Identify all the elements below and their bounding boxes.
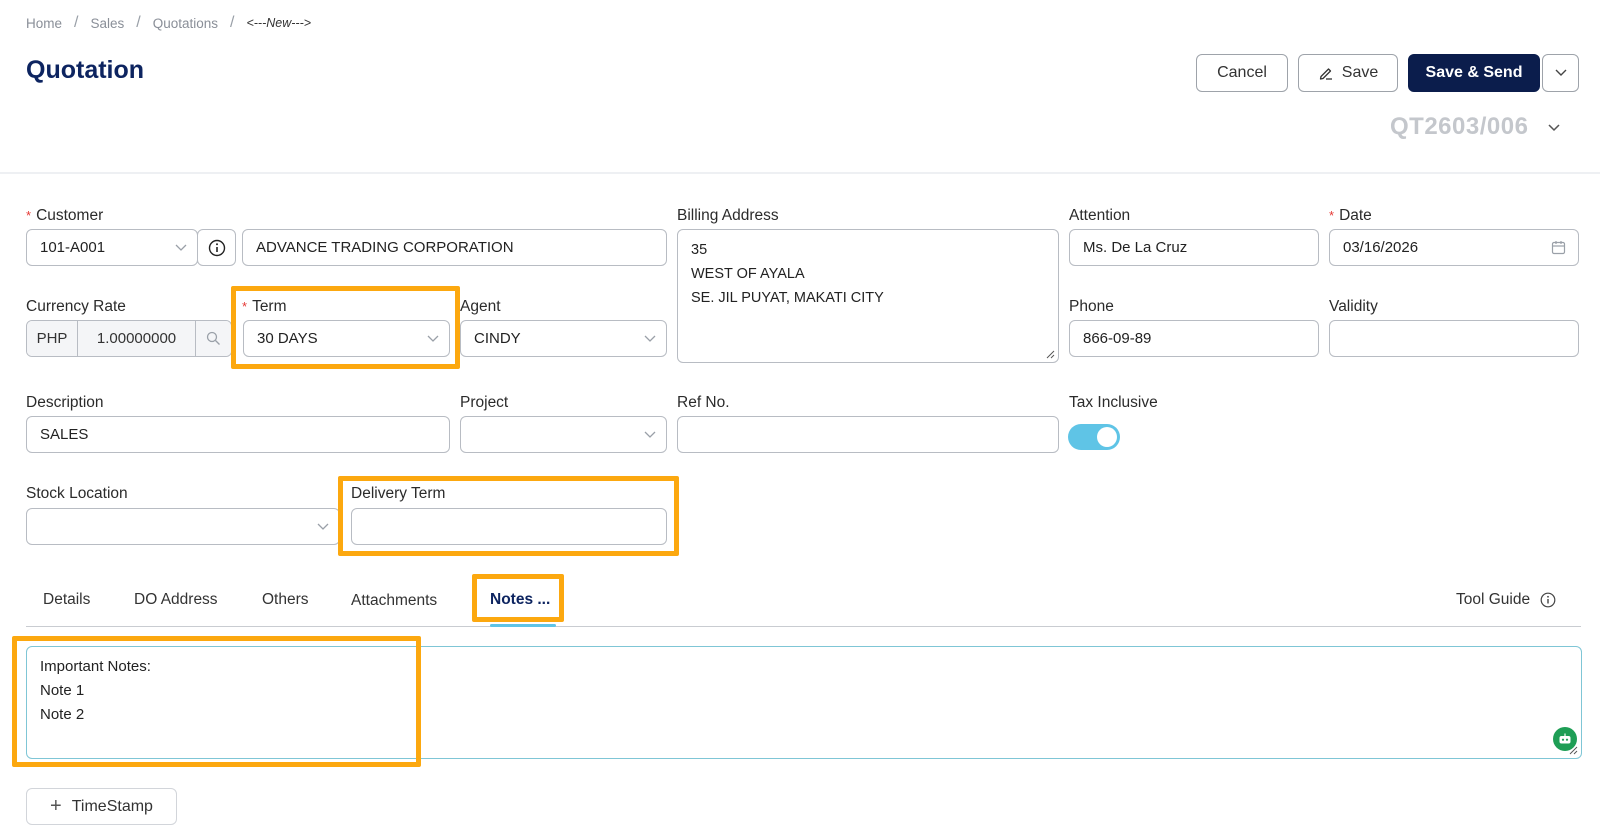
chevron-down-icon <box>644 335 656 342</box>
stock-location-label: Stock Location <box>26 485 128 502</box>
robot-icon <box>1559 733 1571 744</box>
agent-select[interactable]: CINDY <box>460 320 667 357</box>
edit-icon <box>1319 68 1332 80</box>
currency-rate-field[interactable]: 1.00000000 <box>78 321 196 356</box>
phone-value: 866-09-89 <box>1083 330 1152 347</box>
project-label: Project <box>460 394 509 411</box>
billing-address-label: Billing Address <box>677 207 779 224</box>
notes-line: Note 1 <box>40 682 85 699</box>
breadcrumb: Home / Sales / Quotations / <---New---> <box>26 14 311 32</box>
date-value: 03/16/2026 <box>1343 239 1419 256</box>
breadcrumb-sales[interactable]: Sales <box>90 16 124 31</box>
description-field[interactable]: SALES <box>26 416 450 453</box>
date-field[interactable]: 03/16/2026 <box>1329 229 1579 266</box>
customer-code-value: 101-A001 <box>40 239 106 256</box>
required-marker: * <box>242 299 248 314</box>
phone-field[interactable]: 866-09-89 <box>1069 320 1319 357</box>
customer-name-field[interactable]: ADVANCE TRADING CORPORATION <box>242 229 667 266</box>
currency-search-button[interactable] <box>196 321 231 356</box>
tab-do-address[interactable]: DO Address <box>134 591 218 609</box>
tab-attachments[interactable]: Attachments <box>351 592 437 610</box>
chevron-down-icon <box>317 523 329 530</box>
billing-address-line: SE. JIL PUYAT, MAKATI CITY <box>691 290 884 306</box>
stock-location-select[interactable] <box>26 508 340 545</box>
notes-line: Note 2 <box>40 706 85 723</box>
attention-label: Attention <box>1069 207 1131 224</box>
required-marker: * <box>1329 208 1335 223</box>
chevron-down-icon <box>1555 69 1566 76</box>
currency-code: PHP <box>27 321 78 356</box>
breadcrumb-separator: / <box>230 14 235 31</box>
breadcrumb-separator: / <box>74 14 79 31</box>
chevron-down-icon <box>644 431 656 438</box>
breadcrumb-current: <---New---> <box>246 16 312 30</box>
add-timestamp-button[interactable]: + TimeStamp <box>26 788 177 825</box>
term-select[interactable]: 30 DAYS <box>243 320 450 357</box>
tab-details[interactable]: Details <box>43 591 90 609</box>
resize-handle-icon[interactable] <box>1045 349 1055 359</box>
save-button-label: Save <box>1341 64 1379 81</box>
billing-address-line: WEST OF AYALA <box>691 266 805 282</box>
chevron-down-icon[interactable] <box>1548 124 1560 132</box>
validity-label: Validity <box>1329 298 1378 315</box>
breadcrumb-quotations[interactable]: Quotations <box>153 16 218 31</box>
ref-no-field[interactable] <box>677 416 1059 453</box>
save-options-dropdown[interactable] <box>1542 54 1579 92</box>
customer-name-value: ADVANCE TRADING CORPORATION <box>256 239 514 256</box>
currency-rate-group: PHP 1.00000000 <box>26 320 232 357</box>
save-button[interactable]: Save <box>1298 54 1398 92</box>
document-number: QT2603/006 <box>1390 113 1529 140</box>
active-tab-indicator <box>490 624 556 627</box>
project-select[interactable] <box>460 416 667 453</box>
billing-address-line: 35 <box>691 242 708 258</box>
tabs-divider <box>26 626 1581 627</box>
phone-label: Phone <box>1069 298 1114 315</box>
validity-field[interactable] <box>1329 320 1579 357</box>
ref-no-label: Ref No. <box>677 394 730 411</box>
tax-inclusive-toggle[interactable] <box>1068 424 1120 450</box>
delivery-term-field[interactable] <box>351 508 667 545</box>
info-icon <box>208 239 225 256</box>
chevron-down-icon <box>175 244 187 251</box>
cancel-button-label: Cancel <box>1217 64 1267 81</box>
customer-label: * Customer <box>26 207 104 224</box>
tax-inclusive-label: Tax Inclusive <box>1069 394 1158 411</box>
plus-icon: + <box>50 795 62 817</box>
currency-rate-label: Currency Rate <box>26 298 126 315</box>
customer-code-select[interactable]: 101-A001 <box>26 229 198 266</box>
save-and-send-button[interactable]: Save & Send <box>1408 54 1540 92</box>
date-label: * Date <box>1329 207 1372 224</box>
description-value: SALES <box>40 426 89 443</box>
cancel-button[interactable]: Cancel <box>1196 54 1288 92</box>
breadcrumb-separator: / <box>136 14 141 31</box>
required-marker: * <box>26 208 32 223</box>
header-divider <box>0 172 1600 174</box>
breadcrumb-home[interactable]: Home <box>26 16 62 31</box>
attention-value: Ms. De La Cruz <box>1083 239 1188 256</box>
search-icon <box>206 331 220 345</box>
customer-info-button[interactable] <box>197 229 236 266</box>
description-label: Description <box>26 394 104 411</box>
agent-label: Agent <box>460 298 501 315</box>
notes-line: Important Notes: <box>40 658 151 675</box>
timestamp-label: TimeStamp <box>71 797 153 815</box>
assistant-bot-icon[interactable] <box>1553 727 1577 751</box>
tool-guide-link[interactable]: Tool Guide <box>1456 591 1556 609</box>
term-label: * Term <box>242 298 287 315</box>
tab-others[interactable]: Others <box>262 591 309 609</box>
billing-address-textarea[interactable]: 35 WEST OF AYALA SE. JIL PUYAT, MAKATI C… <box>677 229 1059 363</box>
tab-notes[interactable]: Notes ... <box>490 591 550 609</box>
toggle-knob <box>1097 427 1117 447</box>
chevron-down-icon <box>427 335 439 342</box>
save-and-send-label: Save & Send <box>1425 64 1523 81</box>
delivery-term-label: Delivery Term <box>351 485 446 502</box>
calendar-icon[interactable] <box>1551 240 1566 255</box>
tool-guide-label: Tool Guide <box>1456 591 1531 608</box>
page-title: Quotation <box>26 56 145 84</box>
attention-field[interactable]: Ms. De La Cruz <box>1069 229 1319 266</box>
info-icon <box>1540 592 1556 608</box>
agent-value: CINDY <box>474 330 521 347</box>
term-value: 30 DAYS <box>257 330 318 347</box>
notes-textarea[interactable]: Important Notes: Note 1 Note 2 <box>26 646 1582 759</box>
